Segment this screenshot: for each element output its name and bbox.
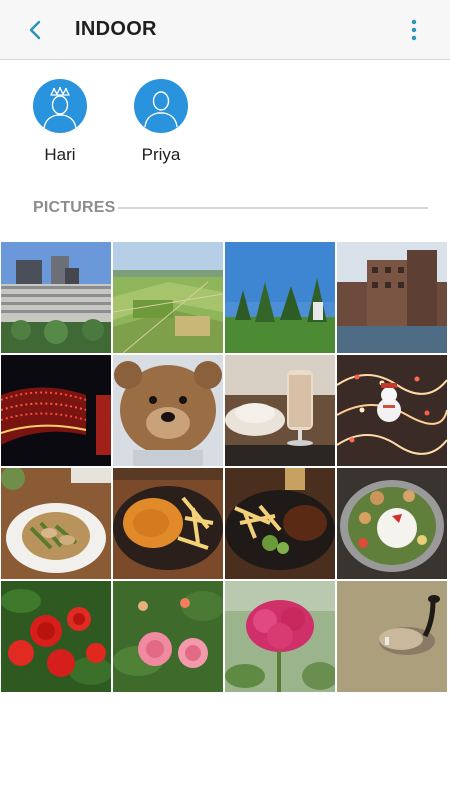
photo-thumbnail[interactable] xyxy=(337,468,447,579)
person-name: Hari xyxy=(44,145,76,164)
photo-thumbnail[interactable] xyxy=(225,242,335,353)
photo-thumbnail[interactable] xyxy=(113,468,223,579)
back-button[interactable] xyxy=(20,14,52,46)
photo-thumbnail[interactable] xyxy=(337,355,447,466)
back-arrow-icon xyxy=(29,20,41,40)
photo-thumbnail[interactable] xyxy=(337,581,447,692)
photo-thumbnail[interactable] xyxy=(1,242,111,353)
person-name: Priya xyxy=(141,145,181,164)
photo-thumbnail[interactable] xyxy=(113,242,223,353)
section-divider xyxy=(118,207,428,209)
photo-thumbnail[interactable] xyxy=(1,355,111,466)
photo-thumbnail[interactable] xyxy=(1,581,111,692)
photo-thumbnail[interactable] xyxy=(113,581,223,692)
people-row: Hari Priya xyxy=(0,75,450,175)
more-vertical-icon xyxy=(411,19,417,41)
more-options-button[interactable] xyxy=(398,14,430,46)
person-hari[interactable]: Hari xyxy=(15,75,105,165)
page-title: INDOOR xyxy=(75,18,157,40)
person-crown-icon xyxy=(33,79,87,133)
section-title: PICTURES xyxy=(33,199,116,216)
photo-thumbnail[interactable] xyxy=(337,242,447,353)
person-icon xyxy=(134,79,188,133)
photo-thumbnail[interactable] xyxy=(225,355,335,466)
photo-thumbnail[interactable] xyxy=(225,581,335,692)
app-header: INDOOR xyxy=(0,0,450,60)
photo-thumbnail[interactable] xyxy=(225,468,335,579)
photo-thumbnail[interactable] xyxy=(113,355,223,466)
person-priya[interactable]: Priya xyxy=(116,75,206,165)
photo-thumbnail[interactable] xyxy=(1,468,111,579)
